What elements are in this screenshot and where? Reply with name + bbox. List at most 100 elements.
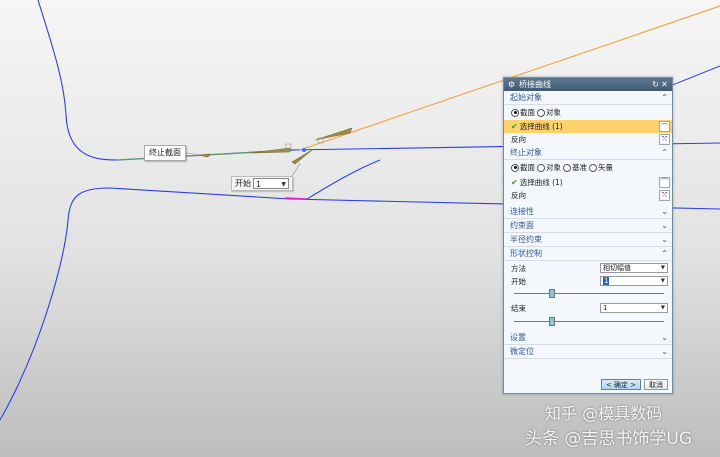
- end-section-label: 终止截面: [144, 145, 186, 161]
- chevron-down-icon: ▼: [660, 265, 665, 271]
- close-icon[interactable]: ✕: [660, 80, 669, 89]
- chevron-down-icon: ▼: [281, 181, 286, 188]
- upper-curve: [37, 0, 291, 161]
- bridge-curve-dialog: ⚙ 桥接曲线 ↻ ✕ 起始对象 ⌃ 截面 对象 ✔ 选择曲线 (1) ⌒ 反向 …: [503, 77, 673, 394]
- cancel-button[interactable]: 取消: [644, 379, 668, 390]
- section-settings[interactable]: 设置 ⌄: [504, 331, 672, 345]
- start-select-curve-row[interactable]: ✔ 选择曲线 (1) ⌒: [504, 120, 672, 133]
- section-connectivity[interactable]: 连接性 ⌄: [504, 205, 672, 219]
- radio-end-datum[interactable]: [563, 163, 571, 172]
- radio-end-object-label: 对象: [546, 163, 561, 172]
- section-start-object[interactable]: 起始对象 ⌃: [504, 91, 672, 105]
- section-radius-constraint-label: 半径约束: [510, 235, 542, 244]
- reset-icon[interactable]: ↻: [651, 80, 660, 89]
- chevron-down-icon[interactable]: ⌄: [661, 235, 668, 244]
- method-select[interactable]: 相切幅值 ▼: [600, 263, 668, 273]
- radio-start-object[interactable]: [537, 108, 545, 117]
- section-connectivity-label: 连接性: [510, 207, 534, 216]
- arrow-left: [249, 147, 291, 154]
- end-select-curve-label: 选择曲线 (1): [519, 177, 563, 187]
- direction-arrows: [197, 127, 353, 165]
- start-slider-thumb[interactable]: [548, 289, 555, 298]
- start-value-field[interactable]: 开始 1 ▼: [231, 176, 293, 191]
- arrow-small: [197, 153, 211, 158]
- dialog-title: 桥接曲线: [519, 80, 551, 89]
- reverse-direction-icon[interactable]: ⤧: [659, 134, 670, 145]
- start-value-text: 1: [256, 180, 262, 189]
- section-shape-control-label: 形状控制: [510, 249, 542, 258]
- dialog-footer: < 确定 > 取消: [504, 379, 672, 390]
- section-constraint-face[interactable]: 约束面 ⌄: [504, 219, 672, 233]
- chevron-up-icon[interactable]: ⌃: [661, 93, 668, 102]
- chevron-down-icon[interactable]: ⌄: [661, 221, 668, 230]
- reverse-direction-icon[interactable]: ⤧: [659, 190, 670, 201]
- check-icon: ✔: [511, 122, 518, 131]
- start-label: 开始: [511, 276, 526, 286]
- end-label: 结束: [511, 303, 526, 313]
- radio-end-section-label: 截面: [520, 163, 535, 172]
- start-value-select[interactable]: 1 ▼: [253, 178, 289, 189]
- end-select-curve-row[interactable]: ✔ 选择曲线 (1) ⌒: [504, 175, 672, 189]
- start-reverse-label: 反向: [511, 135, 526, 144]
- zhihu-watermark-text: 知乎 @模具数码: [545, 404, 663, 423]
- end-reverse-row: 反向 ⤧: [504, 189, 672, 202]
- radio-end-section[interactable]: [511, 163, 519, 172]
- curve-select-icon[interactable]: ⌒: [659, 121, 670, 132]
- section-start-object-label: 起始对象: [510, 93, 542, 102]
- bridge-curve-preview: [306, 159, 381, 200]
- radio-end-object[interactable]: [537, 163, 545, 172]
- chevron-up-icon[interactable]: ⌃: [661, 148, 668, 157]
- chevron-down-icon[interactable]: ⌄: [661, 333, 668, 342]
- section-end-object[interactable]: 终止对象 ⌃: [504, 146, 672, 160]
- start-value: 1: [603, 277, 610, 285]
- check-icon: ✔: [511, 177, 518, 187]
- section-fine-position[interactable]: 微定位 ⌄: [504, 345, 672, 359]
- toutiao-watermark: 头条 @吉思书饰学UG: [525, 424, 692, 449]
- end-row: 结束 1 ▼: [504, 301, 672, 315]
- start-object-radio-group: 截面 对象: [504, 105, 672, 120]
- radio-start-section-label: 截面: [520, 108, 535, 117]
- start-input[interactable]: 1 ▼: [600, 276, 668, 286]
- method-value: 相切幅值: [603, 264, 631, 272]
- chevron-down-icon: ▼: [660, 305, 665, 311]
- dialog-titlebar[interactable]: ⚙ 桥接曲线 ↻ ✕: [504, 78, 672, 91]
- toutiao-watermark-text: 头条 @吉思书饰学UG: [525, 429, 693, 449]
- start-value-label: 开始: [235, 179, 251, 188]
- end-section-highlight: [284, 197, 308, 200]
- radio-end-datum-label: 基准: [572, 163, 587, 172]
- gear-icon[interactable]: ⚙: [507, 80, 516, 89]
- handle-point: [302, 148, 306, 152]
- section-settings-label: 设置: [510, 333, 526, 342]
- end-section-label-text: 终止截面: [149, 148, 181, 157]
- section-radius-constraint[interactable]: 半径约束 ⌄: [504, 233, 672, 247]
- radio-end-vector[interactable]: [589, 163, 597, 172]
- start-reverse-row: 反向 ⤧: [504, 133, 672, 146]
- section-constraint-face-label: 约束面: [510, 221, 534, 230]
- method-label: 方法: [511, 263, 526, 273]
- radio-end-vector-label: 矢量: [598, 163, 613, 172]
- radio-start-object-label: 对象: [546, 108, 561, 117]
- method-row: 方法 相切幅值 ▼: [504, 261, 672, 275]
- chevron-down-icon[interactable]: ⌄: [661, 207, 668, 216]
- end-slider-track: [514, 321, 664, 322]
- end-slider[interactable]: [504, 315, 672, 327]
- start-slider[interactable]: [504, 287, 672, 299]
- end-slider-thumb[interactable]: [548, 317, 555, 326]
- section-end-object-label: 终止对象: [510, 148, 542, 157]
- ok-button[interactable]: < 确定 >: [600, 379, 641, 390]
- chevron-down-icon[interactable]: ⌄: [661, 347, 668, 356]
- end-object-radio-group: 截面 对象 基准 矢量: [504, 160, 672, 175]
- arrow-down-left: [291, 149, 313, 165]
- curve-select-icon[interactable]: ⌒: [659, 176, 670, 188]
- start-slider-track: [514, 293, 664, 294]
- section-shape-control[interactable]: 形状控制 ⌃: [504, 247, 672, 261]
- end-reverse-label: 反向: [511, 191, 526, 200]
- chevron-up-icon[interactable]: ⌃: [661, 249, 668, 258]
- section-fine-position-label: 微定位: [510, 347, 534, 356]
- start-select-curve-label: 选择曲线 (1): [519, 122, 563, 131]
- radio-start-section[interactable]: [511, 108, 519, 117]
- start-row: 开始 1 ▼: [504, 275, 672, 287]
- end-input[interactable]: 1 ▼: [600, 303, 668, 313]
- zhihu-watermark: 知乎 @模具数码: [545, 400, 662, 424]
- chevron-down-icon: ▼: [660, 278, 665, 284]
